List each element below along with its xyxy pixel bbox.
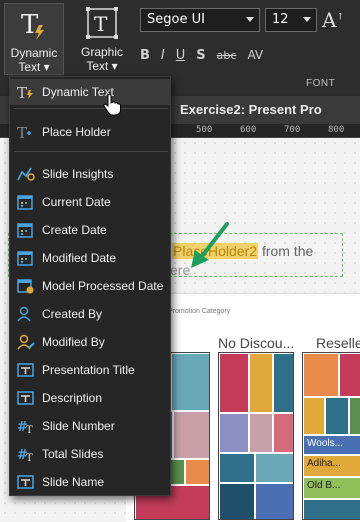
- shadow-button[interactable]: S: [196, 48, 205, 63]
- calendar-icon: [16, 222, 36, 238]
- title-icon: [16, 390, 36, 406]
- svg-text:T: T: [26, 453, 33, 462]
- graphic-text-label-1: Graphic: [80, 45, 124, 59]
- visual-title: Promotion Category: [168, 308, 231, 315]
- hash-icon: # T: [16, 446, 36, 464]
- hash-icon: # T: [16, 418, 36, 436]
- menu-item-create-date[interactable]: Create Date: [10, 217, 170, 243]
- title-icon: [16, 474, 36, 490]
- placeholder-suffix: from the: [258, 243, 314, 259]
- svg-text:T: T: [26, 425, 33, 434]
- ruler-tick: 500: [196, 125, 213, 135]
- menu-item-current-date[interactable]: Current Date: [10, 189, 170, 215]
- graphic-text-button[interactable]: T Graphic Text ▾: [72, 3, 132, 75]
- menu-divider: [14, 108, 168, 109]
- italic-button[interactable]: I: [161, 48, 165, 63]
- font-group-label: FONT: [306, 78, 336, 89]
- calendar-icon: [16, 194, 36, 210]
- menu-item-modified-date[interactable]: Modified Date: [10, 245, 170, 271]
- menu-item-slide-insights[interactable]: Slide Insights: [10, 161, 170, 187]
- tile-label: Wools...: [303, 435, 360, 455]
- svg-text:T: T: [17, 84, 27, 100]
- menu-item-label: Current Date: [42, 195, 111, 209]
- dynamic-text-icon: T: [17, 7, 51, 41]
- ruler-tick: 600: [240, 125, 257, 135]
- font-size-select[interactable]: 12: [265, 8, 317, 32]
- menu-item-label: Total Slides: [42, 447, 104, 461]
- menu-item-label: Slide Number: [42, 419, 115, 433]
- insights-icon: [16, 166, 36, 182]
- font-name-select[interactable]: Segoe UI: [140, 8, 260, 32]
- svg-text:T: T: [21, 10, 39, 40]
- menu-item-modified-by[interactable]: Modified By: [10, 329, 170, 355]
- dynamic-text-icon: T: [16, 84, 36, 102]
- user-edit-icon: [16, 334, 36, 350]
- ruler-tick: 700: [284, 125, 301, 135]
- font-name-value: Segoe UI: [147, 12, 205, 27]
- graphic-text-label-2: Text ▾: [86, 59, 118, 73]
- dynamic-text-label-1: Dynamic: [10, 46, 58, 60]
- user-icon: [16, 306, 36, 322]
- svg-text:T: T: [94, 12, 108, 36]
- character-spacing-button[interactable]: AV: [247, 48, 263, 62]
- menu-divider: [14, 151, 168, 152]
- hand-cursor-icon: [103, 94, 121, 116]
- grow-font-icon[interactable]: A↑: [322, 8, 344, 32]
- calendar-gear-icon: [16, 278, 36, 294]
- menu-item-presentation-title[interactable]: Presentation Title: [10, 357, 170, 383]
- menu-item-total-slides[interactable]: # T Total Slides: [10, 441, 170, 467]
- document-tab-title[interactable]: Exercise2: Present Pro: [180, 102, 322, 117]
- tile-label: Old B...: [303, 477, 360, 499]
- menu-item-description[interactable]: Description: [10, 385, 170, 411]
- menu-item-label: Place Holder: [42, 125, 111, 139]
- column-header: Reseller: [316, 335, 360, 351]
- dynamic-text-button[interactable]: T Dynamic Text ▾: [4, 3, 64, 75]
- menu-item-slide-name[interactable]: Slide Name: [10, 469, 170, 495]
- menu-item-label: Modified Date: [42, 251, 117, 265]
- graphic-text-icon: T: [85, 6, 119, 40]
- font-size-value: 12: [272, 12, 289, 27]
- menu-item-label: Slide Insights: [42, 167, 114, 181]
- column-header: No Discou...: [218, 335, 295, 351]
- menu-item-created-by[interactable]: Created By: [10, 301, 170, 327]
- menu-item-label: Model Processed Date: [42, 279, 164, 293]
- format-buttons: B I U S abc AV: [140, 46, 263, 64]
- menu-item-slide-number[interactable]: # T Slide Number: [10, 413, 170, 439]
- menu-item-dynamic-text[interactable]: T Dynamic Text: [10, 79, 170, 105]
- menu-item-label: Description: [42, 391, 103, 405]
- menu-item-label: Slide Name: [42, 475, 105, 489]
- menu-item-label: Created By: [42, 307, 103, 321]
- menu-item-model-processed-date[interactable]: Model Processed Date: [10, 273, 170, 299]
- menu-item-label: Create Date: [42, 223, 107, 237]
- dynamic-text-label-2: Text ▾: [18, 60, 50, 74]
- svg-text:T: T: [17, 124, 27, 140]
- bold-button[interactable]: B: [140, 48, 150, 63]
- ruler-tick: 800: [328, 125, 345, 135]
- underline-button[interactable]: U: [176, 48, 186, 63]
- chevron-down-icon: [303, 17, 311, 22]
- chevron-down-icon: [246, 17, 254, 22]
- tile-label: Adiha...: [303, 455, 360, 477]
- calendar-icon: [16, 250, 36, 266]
- annotation-arrow-icon: [191, 222, 229, 268]
- title-icon: [16, 362, 36, 378]
- menu-item-label: Modified By: [42, 335, 105, 349]
- placeholder-icon: T: [16, 124, 36, 142]
- treemap-no-discount[interactable]: [218, 352, 294, 520]
- treemap-reseller[interactable]: Wools... Adiha... Old B...: [302, 352, 360, 520]
- strikethrough-button[interactable]: abc: [217, 49, 237, 62]
- menu-item-label: Presentation Title: [42, 363, 135, 377]
- dynamic-text-menu: T Dynamic Text T Place Holder Slide Insi…: [9, 76, 171, 496]
- menu-item-place-holder[interactable]: T Place Holder: [10, 119, 170, 145]
